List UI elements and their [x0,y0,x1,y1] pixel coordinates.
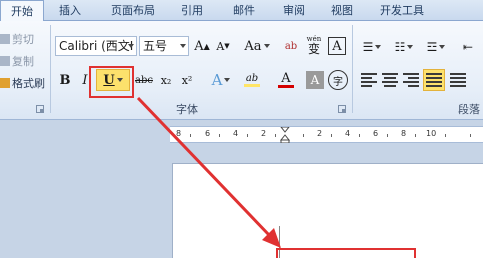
arrow-shaft [136,96,272,238]
annotation-arrow [136,96,281,248]
